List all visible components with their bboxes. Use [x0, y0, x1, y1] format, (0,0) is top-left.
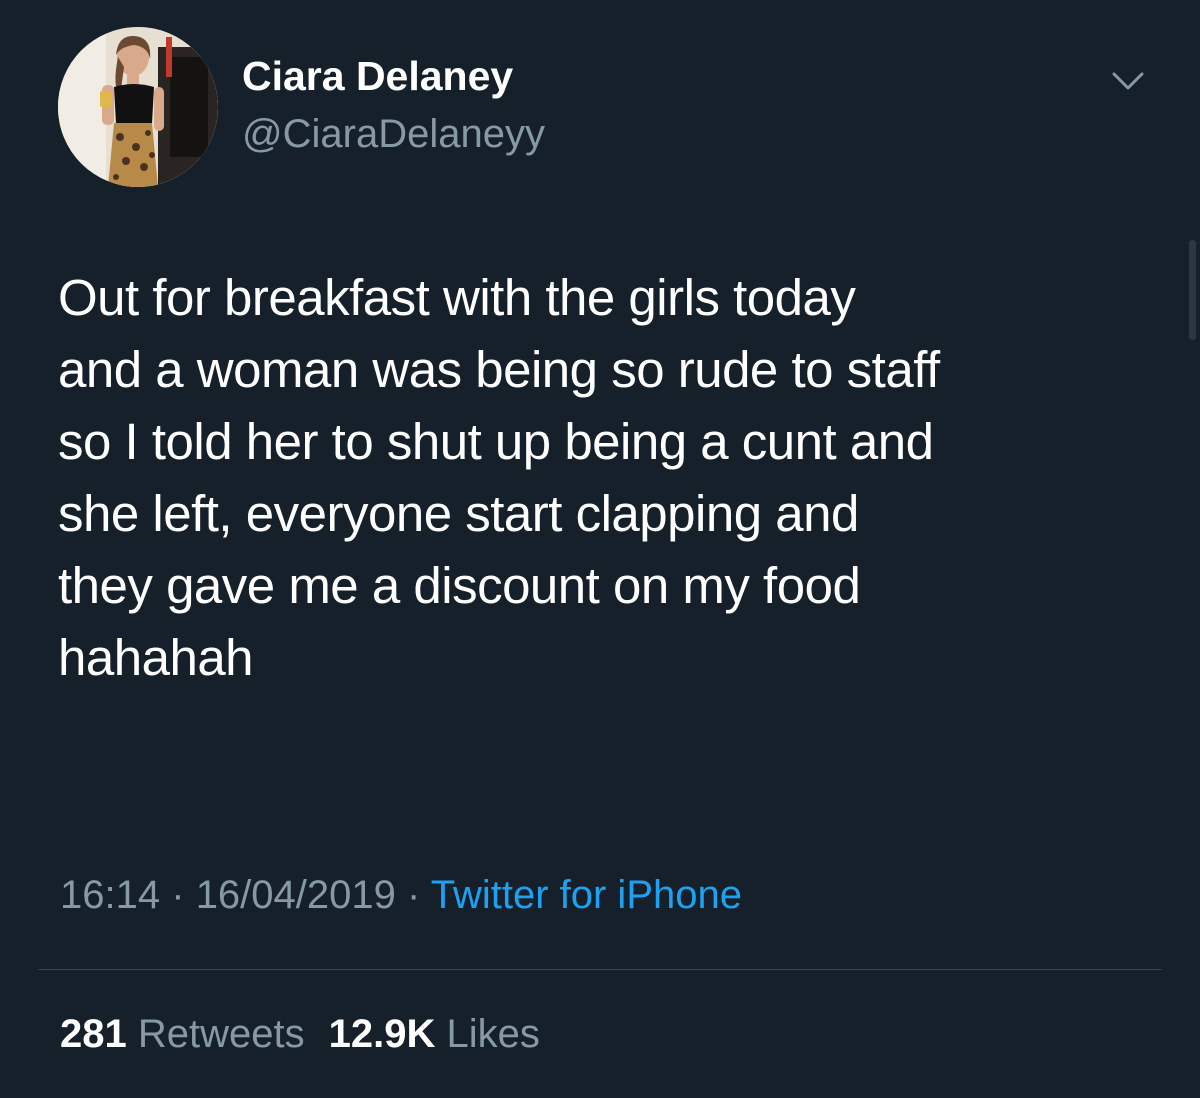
meta-separator: · — [171, 873, 185, 917]
tweet-date: 16/04/2019 — [195, 873, 396, 917]
tweet-metadata: 16:14 · 16/04/2019 · Twitter for iPhone — [60, 870, 742, 920]
tweet-text-line: so I told her to shut up being a cunt an… — [58, 413, 934, 470]
scrollbar[interactable] — [1189, 240, 1196, 340]
retweets-stat[interactable]: 281 Retweets — [60, 1012, 305, 1056]
tweet-text-line: and a woman was being so rude to staff — [58, 341, 940, 398]
author-name[interactable]: Ciara Delaney — [242, 52, 513, 100]
avatar[interactable] — [58, 27, 218, 187]
author-handle[interactable]: @CiaraDelaneyy — [242, 111, 545, 157]
tweet-text-line: hahahah — [58, 629, 254, 686]
profile-photo — [58, 27, 218, 187]
retweets-count: 281 — [60, 1012, 127, 1056]
retweets-label: Retweets — [137, 1012, 305, 1056]
tweet-text: Out for breakfast with the girls today a… — [58, 262, 1168, 694]
tweet-source-link[interactable]: Twitter for iPhone — [431, 873, 742, 917]
tweet-time: 16:14 — [60, 873, 161, 917]
tweet-text-line: Out for breakfast with the girls today — [58, 269, 856, 326]
divider — [38, 969, 1162, 970]
likes-count: 12.9K — [328, 1012, 436, 1056]
tweet-text-line: they gave me a discount on my food — [58, 557, 861, 614]
meta-separator: · — [407, 873, 421, 917]
chevron-down-icon[interactable] — [1108, 66, 1148, 96]
engagement-stats: 281 Retweets 12.9K Likes — [60, 1008, 540, 1060]
likes-stat[interactable]: 12.9K Likes — [329, 1012, 540, 1056]
likes-label: Likes — [446, 1012, 540, 1056]
tweet-detail: Ciara Delaney @CiaraDelaneyy Out for bre… — [0, 0, 1200, 1098]
tweet-text-line: she left, everyone start clapping and — [58, 485, 859, 542]
